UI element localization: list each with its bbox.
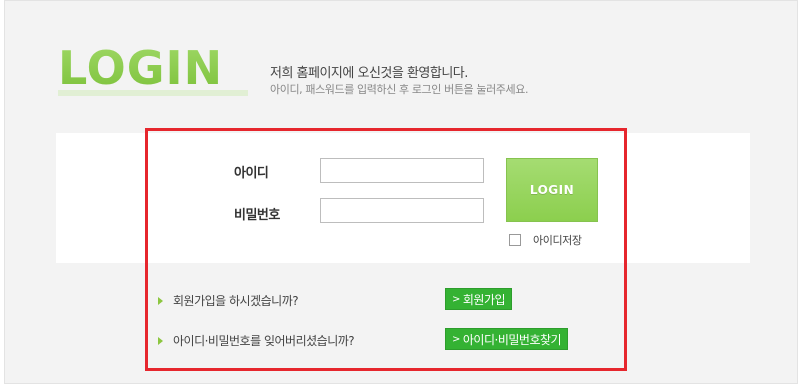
login-logo: LOGIN bbox=[58, 40, 250, 100]
svg-text:LOGIN: LOGIN bbox=[58, 41, 223, 95]
welcome-text: 저희 홈페이지에 오신것을 환영합니다. bbox=[270, 66, 468, 81]
highlight-frame bbox=[145, 128, 627, 371]
instruction-text: 아이디, 패스워드를 입력하신 후 로그인 버튼을 눌러주세요. bbox=[270, 83, 529, 96]
